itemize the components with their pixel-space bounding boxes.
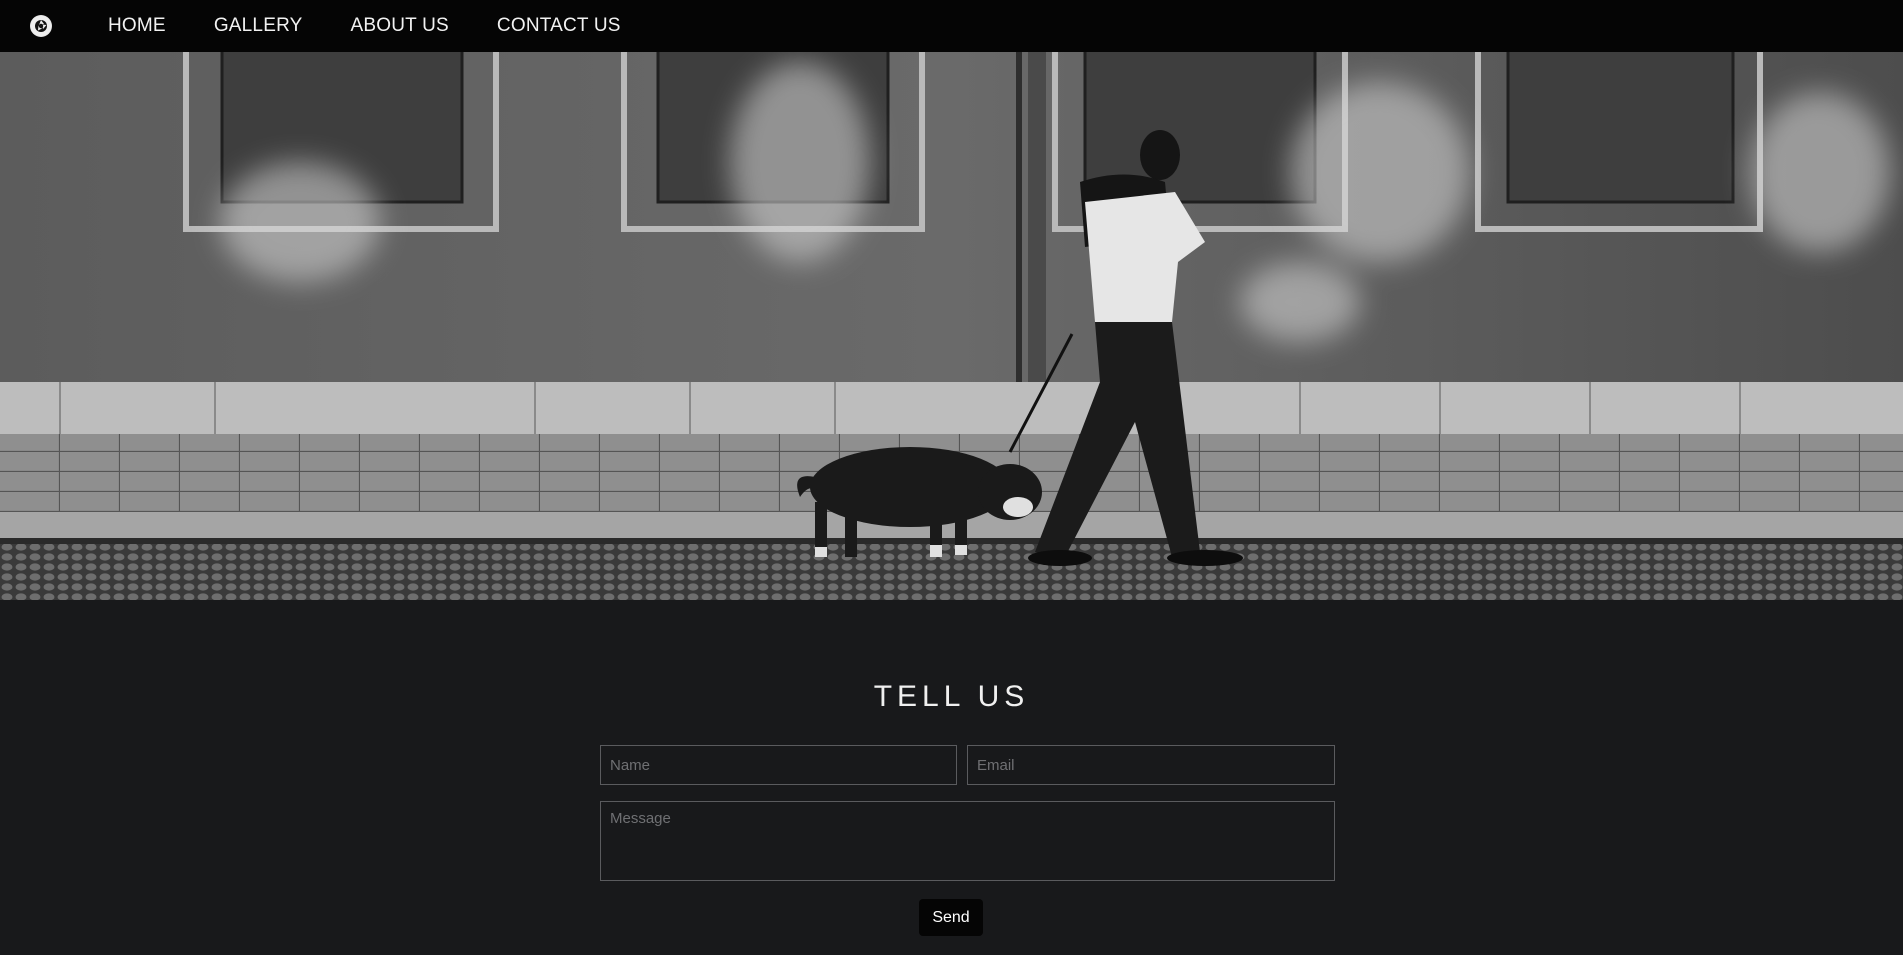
name-field[interactable]: [600, 745, 957, 785]
contact-section: TELL US Send: [0, 600, 1903, 955]
send-button[interactable]: Send: [919, 899, 983, 936]
nav-about-link[interactable]: ABOUT US: [351, 15, 449, 37]
aperture-icon[interactable]: [30, 15, 52, 37]
nav-home-link[interactable]: HOME: [108, 15, 166, 37]
nav-contact-link[interactable]: CONTACT US: [497, 15, 621, 37]
hero-image: [0, 52, 1903, 600]
message-field[interactable]: [600, 801, 1335, 881]
nav-gallery-link[interactable]: GALLERY: [214, 15, 303, 37]
contact-title: TELL US: [873, 680, 1030, 713]
top-navbar: HOME GALLERY ABOUT US CONTACT US: [0, 0, 1903, 52]
nav-links: HOME GALLERY ABOUT US CONTACT US: [108, 0, 669, 52]
email-field[interactable]: [967, 745, 1335, 785]
